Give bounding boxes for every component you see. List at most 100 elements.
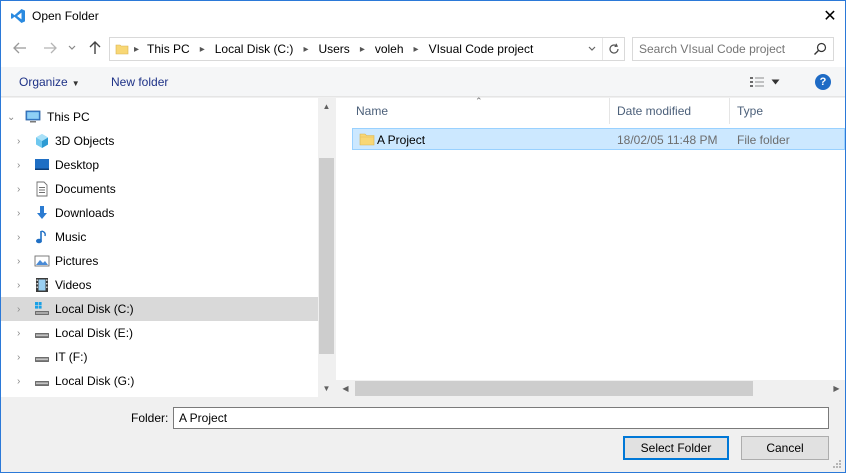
nav-pane-scrollbar[interactable]: ▲ ▼: [318, 98, 335, 397]
chevron-right-icon[interactable]: ›: [17, 376, 27, 387]
desktop-icon: [35, 159, 49, 170]
tree-item-label: This PC: [47, 110, 90, 124]
chevron-down-icon: ▼: [71, 79, 80, 88]
address-bar[interactable]: ▸ This PC ▸ Local Disk (C:) ▸ Users ▸ vo…: [109, 37, 625, 61]
chevron-down-icon: [68, 45, 76, 50]
tree-item-label: Local Disk (E:): [55, 326, 134, 340]
tree-item-label: Local Disk (G:): [55, 374, 135, 388]
chevron-right-icon[interactable]: ›: [17, 352, 27, 363]
chevron-right-icon[interactable]: ›: [17, 208, 27, 219]
organize-button[interactable]: Organize ▼: [19, 75, 80, 89]
breadcrumb-visual-code-project[interactable]: VIsual Code project: [429, 42, 534, 56]
select-folder-button[interactable]: Select Folder: [623, 436, 729, 460]
recent-locations-button[interactable]: [65, 39, 79, 57]
close-icon[interactable]: ✕: [815, 1, 845, 31]
breadcrumb-local-disk-c[interactable]: Local Disk (C:): [215, 42, 294, 56]
new-folder-button[interactable]: New folder: [111, 75, 168, 89]
view-dropdown-icon[interactable]: [771, 79, 780, 85]
change-view-button[interactable]: [749, 74, 789, 90]
chevron-right-icon[interactable]: ›: [17, 184, 27, 195]
chevron-right-icon[interactable]: ›: [17, 280, 27, 291]
search-input[interactable]: [639, 41, 809, 57]
breadcrumb-this-pc[interactable]: This PC: [147, 42, 190, 56]
address-history-dropdown[interactable]: [582, 38, 602, 60]
file-row[interactable]: A Project 18/02/05 11:48 PM File folder: [352, 128, 845, 150]
up-arrow-icon: [89, 41, 101, 54]
videos-icon: [36, 278, 48, 292]
tree-item-pictures[interactable]: › Pictures: [1, 249, 318, 273]
documents-icon: [36, 181, 48, 197]
tree-item-label: Pictures: [55, 254, 99, 268]
help-icon[interactable]: ?: [815, 74, 831, 90]
tree-item-local-disk-e[interactable]: › Local Disk (E:): [1, 321, 318, 345]
search-box[interactable]: [632, 37, 834, 61]
refresh-icon: [608, 43, 619, 54]
resize-grip-icon[interactable]: [832, 459, 842, 469]
forward-arrow-icon: [44, 42, 57, 54]
scrollbar-thumb[interactable]: [319, 158, 334, 354]
scroll-up-icon[interactable]: ▲: [318, 98, 335, 115]
chevron-right-icon[interactable]: ›: [17, 136, 27, 147]
tree-item-this-pc[interactable]: ⌄ This PC: [1, 105, 318, 129]
breadcrumb: ▸ This PC ▸ Local Disk (C:) ▸ Users ▸ vo…: [134, 42, 534, 56]
tree-item-3d-objects[interactable]: › 3D Objects: [1, 129, 318, 153]
tree-item-label: Music: [55, 230, 87, 244]
forward-button[interactable]: [41, 39, 59, 57]
tree-item-local-disk-g[interactable]: › Local Disk (G:): [1, 369, 318, 393]
scroll-right-icon[interactable]: ▶: [828, 380, 845, 397]
column-header-type[interactable]: Type: [737, 104, 763, 118]
refresh-button[interactable]: [602, 38, 624, 60]
tree-item-music[interactable]: › Music: [1, 225, 318, 249]
tree-item-label: Videos: [55, 278, 92, 292]
column-header-name[interactable]: Name: [356, 104, 388, 118]
scroll-left-icon[interactable]: ◀: [337, 380, 354, 397]
column-divider[interactable]: [729, 98, 730, 124]
breadcrumb-separator-icon[interactable]: ▸: [360, 44, 365, 55]
tree-item-downloads[interactable]: › Downloads: [1, 201, 318, 225]
tree-item-local-disk-c[interactable]: › Local Disk (C:): [1, 297, 318, 321]
back-button[interactable]: [11, 39, 29, 57]
breadcrumb-users[interactable]: Users: [318, 42, 349, 56]
scroll-down-icon[interactable]: ▼: [318, 380, 335, 397]
breadcrumb-separator-icon[interactable]: ▸: [414, 44, 419, 55]
up-button[interactable]: [86, 39, 104, 57]
breadcrumb-separator-icon[interactable]: ▸: [200, 44, 205, 55]
tree-item-desktop[interactable]: › Desktop: [1, 153, 318, 177]
chevron-right-icon[interactable]: ›: [17, 328, 27, 339]
drive-icon: [35, 357, 49, 362]
breadcrumb-separator-icon[interactable]: ▸: [303, 44, 308, 55]
column-divider[interactable]: [609, 98, 610, 124]
file-list-horizontal-scrollbar[interactable]: ◀ ▶: [336, 380, 845, 397]
folder-name-input[interactable]: [173, 407, 829, 429]
music-icon: [36, 230, 46, 244]
tree-item-videos[interactable]: › Videos: [1, 273, 318, 297]
tree-item-it-f[interactable]: › IT (F:): [1, 345, 318, 369]
chevron-right-icon[interactable]: ›: [17, 256, 27, 267]
vscode-app-icon: [11, 9, 25, 23]
pictures-icon: [34, 255, 50, 267]
breadcrumb-voleh[interactable]: voleh: [375, 42, 404, 56]
chevron-right-icon[interactable]: ›: [17, 160, 27, 171]
tree-item-label: IT (F:): [55, 350, 88, 364]
folder-icon: [359, 133, 375, 146]
column-header-row: ⌃ Name Date modified Type: [336, 96, 845, 124]
tree-item-label: Desktop: [55, 158, 100, 172]
downloads-icon: [37, 206, 47, 219]
organize-label: Organize: [19, 75, 68, 89]
system-drive-icon: [35, 302, 49, 315]
scrollbar-thumb[interactable]: [355, 381, 753, 396]
sort-ascending-icon: ⌃: [475, 96, 483, 106]
file-row-name: A Project: [377, 133, 426, 147]
tree-item-label: 3D Objects: [55, 134, 115, 148]
cancel-button[interactable]: Cancel: [741, 436, 829, 460]
chevron-right-icon[interactable]: ›: [17, 304, 27, 315]
chevron-down-icon[interactable]: ⌄: [7, 112, 17, 123]
tree-item-documents[interactable]: › Documents: [1, 177, 318, 201]
navigation-pane: ⌄ This PC › 3D Objects › Desktop › Docum…: [1, 98, 335, 397]
tree-item-label: Local Disk (C:): [55, 302, 134, 316]
column-header-date-modified[interactable]: Date modified: [617, 104, 691, 118]
3d-objects-icon: [36, 134, 48, 148]
chevron-down-icon: [588, 46, 596, 51]
command-bar: Organize ▼ New folder ?: [1, 67, 845, 97]
chevron-right-icon[interactable]: ›: [17, 232, 27, 243]
